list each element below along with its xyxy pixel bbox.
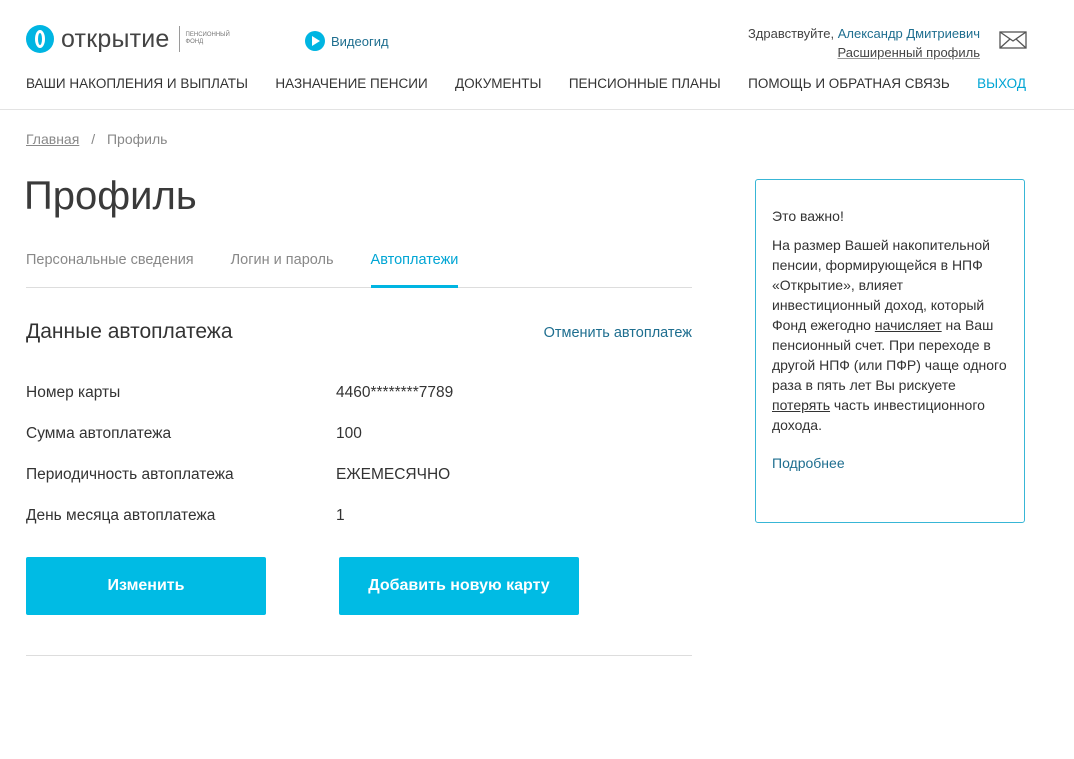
nav-item-pension-assignment[interactable]: НАЗНАЧЕНИЕ ПЕНСИИ [275, 76, 427, 91]
play-icon [305, 31, 325, 51]
header: открытие пенсионный фонд Видеогид Здравс… [0, 0, 1074, 110]
logo[interactable]: открытие пенсионный фонд [26, 25, 240, 53]
logo-mark-icon [26, 25, 54, 53]
tab-login-password[interactable]: Логин и пароль [231, 252, 334, 288]
mail-icon[interactable] [999, 31, 1027, 49]
tab-personal-info[interactable]: Персональные сведения [26, 252, 194, 288]
tab-autopayments[interactable]: Автоплатежи [370, 252, 459, 288]
greeting-text: Здравствуйте, [747, 26, 835, 41]
breadcrumb-home[interactable]: Главная [26, 131, 79, 147]
page-title: Профиль [24, 174, 197, 218]
divider [26, 655, 692, 656]
nav-item-help[interactable]: ПОМОЩЬ И ОБРАТНАЯ СВЯЗЬ [748, 76, 950, 91]
logout-link[interactable]: ВЫХОД [977, 76, 1026, 91]
nav-item-pension-plans[interactable]: ПЕНСИОННЫЕ ПЛАНЫ [569, 76, 721, 91]
nav-item-documents[interactable]: ДОКУМЕНТЫ [455, 76, 541, 91]
logo-text: открытие [61, 25, 170, 53]
logo-subtitle: пенсионный фонд [185, 32, 230, 45]
more-link[interactable]: Подробнее [772, 453, 1008, 473]
detail-value: 1 [336, 507, 345, 524]
notice-title: Это важно! [772, 208, 844, 224]
notice-term-accrues[interactable]: начисляет [875, 317, 942, 333]
detail-label: День месяца автоплатежа [26, 507, 216, 524]
cancel-autopay-link[interactable]: Отменить автоплатеж [544, 325, 692, 341]
detail-label: Номер карты [26, 384, 121, 401]
user-name[interactable]: Александр Дмитриевич [838, 26, 980, 41]
user-greeting: Здравствуйте, Александр Дмитриевич Расши… [748, 24, 980, 62]
profile-tabs: Персональные сведения Логин и пароль Авт… [26, 252, 692, 288]
main-nav: ВАШИ НАКОПЛЕНИЯ И ВЫПЛАТЫ НАЗНАЧЕНИЕ ПЕН… [26, 76, 1026, 91]
detail-value: ЕЖЕМЕСЯЧНО [336, 466, 451, 483]
detail-value: 100 [336, 425, 362, 442]
breadcrumb-current: Профиль [106, 131, 168, 147]
important-notice: Это важно! На размер Вашей накопительной… [755, 179, 1025, 523]
notice-text: На размер Вашей накопительной пенсии, фо… [772, 235, 1008, 435]
notice-term-lose[interactable]: потерять [772, 397, 830, 413]
video-guide-label: Видеогид [331, 33, 389, 49]
detail-label: Периодичность автоплатежа [26, 466, 234, 483]
detail-value: 4460********7789 [336, 384, 454, 401]
breadcrumb: Главная / Профиль [26, 131, 167, 147]
nav-item-savings[interactable]: ВАШИ НАКОПЛЕНИЯ И ВЫПЛАТЫ [26, 76, 248, 91]
extended-profile-link[interactable]: Расширенный профиль [837, 45, 980, 60]
edit-button[interactable]: Изменить [26, 557, 266, 615]
section-title: Данные автоплатежа [26, 320, 233, 343]
detail-label: Сумма автоплатежа [26, 425, 172, 442]
add-card-button[interactable]: Добавить новую карту [339, 557, 579, 615]
breadcrumb-separator: / [91, 131, 96, 147]
video-guide-link[interactable]: Видеогид [305, 31, 389, 51]
logo-divider [178, 26, 180, 52]
